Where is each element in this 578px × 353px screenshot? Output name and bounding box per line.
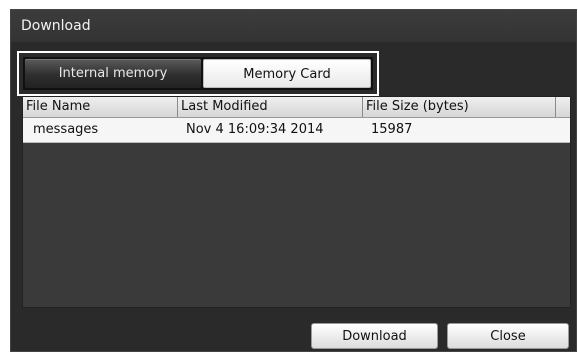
tab-memory-card[interactable]: Memory Card	[203, 59, 371, 88]
close-button[interactable]: Close	[447, 323, 569, 349]
storage-tabs: Internal memory Memory Card	[23, 57, 373, 90]
storage-tabs-frame: Internal memory Memory Card	[17, 51, 379, 96]
table-row[interactable]: messages Nov 4 16:09:34 2014 15987	[23, 118, 570, 143]
download-button[interactable]: Download	[311, 323, 438, 349]
column-last-modified[interactable]: Last Modified	[178, 97, 363, 117]
cell-file-name: messages	[33, 122, 99, 137]
cell-file-size: 15987	[371, 122, 413, 137]
column-file-size[interactable]: File Size (bytes)	[363, 97, 556, 117]
cell-last-modified: Nov 4 16:09:34 2014	[186, 122, 324, 137]
tab-internal-memory[interactable]: Internal memory	[25, 59, 201, 88]
table-header: File Name Last Modified File Size (bytes…	[23, 97, 570, 118]
column-file-name[interactable]: File Name	[23, 97, 178, 117]
column-spacer	[556, 97, 570, 117]
download-dialog: Download Internal memory Memory Card Fil…	[10, 9, 577, 352]
dialog-title: Download	[11, 10, 576, 42]
file-table: File Name Last Modified File Size (bytes…	[22, 96, 571, 308]
